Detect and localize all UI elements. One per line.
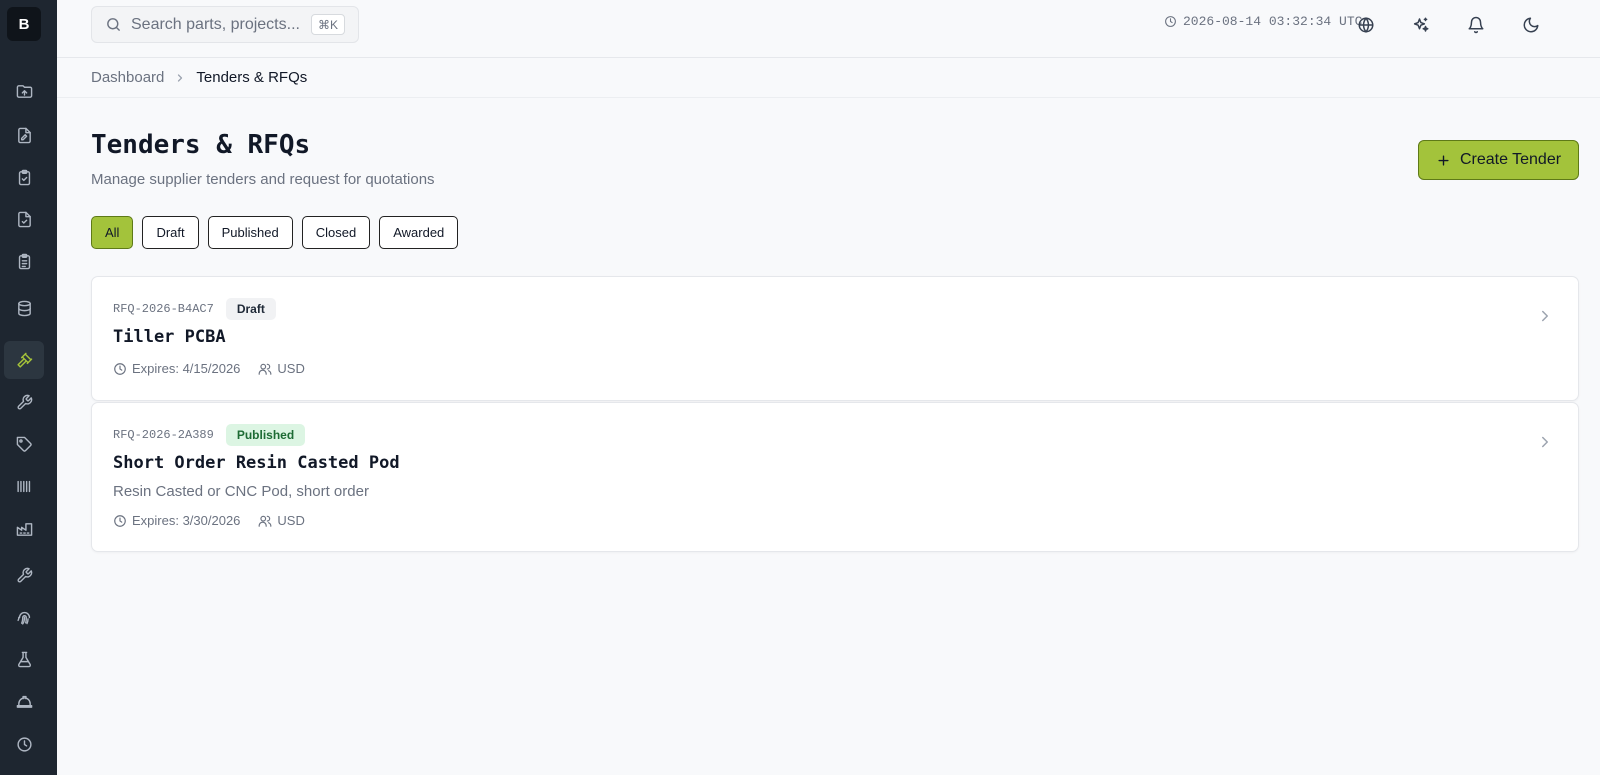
tender-id: RFQ-2026-B4AC7 [113, 302, 214, 316]
filter-closed[interactable]: Closed [301, 216, 371, 249]
chevron-right-icon [1542, 310, 1548, 322]
create-tender-label: Create Tender [1459, 151, 1562, 168]
users-icon [258, 515, 272, 527]
flask-icon [17, 651, 31, 667]
users-icon [258, 363, 272, 375]
file-edit-icon [17, 127, 31, 143]
wrench-icon [16, 567, 32, 583]
globe-icon [1358, 17, 1374, 33]
sidebar-item-tools[interactable] [4, 556, 44, 594]
sidebar-item-fingerprint[interactable] [4, 598, 44, 636]
tender-id: RFQ-2026-2A389 [113, 428, 214, 442]
sidebar-item-barcode[interactable] [4, 467, 44, 505]
utc-clock: 2026-08-14 03:32:34 UTC [1164, 14, 1362, 29]
sidebar-item-wrench[interactable] [4, 383, 44, 421]
chevron-right-icon [174, 72, 186, 84]
clock-icon [114, 514, 126, 527]
search-box[interactable]: ⌘K [91, 6, 359, 43]
factory-icon [16, 522, 32, 536]
chevron-right-icon [1542, 436, 1548, 448]
clock-icon [16, 736, 32, 752]
sidebar-item-folder-upload[interactable] [4, 72, 44, 110]
tag-icon [16, 436, 32, 452]
status-badge: Published [225, 424, 306, 446]
sidebar: B [0, 0, 57, 775]
theme-toggle-button[interactable] [1518, 12, 1544, 38]
sidebar-item-lab[interactable] [4, 640, 44, 678]
sidebar-item-tenders[interactable] [4, 341, 44, 379]
search-icon [107, 18, 120, 31]
moon-icon [1523, 17, 1539, 33]
page-subtitle: Manage supplier tenders and request for … [91, 171, 435, 188]
plus-icon [1438, 154, 1449, 166]
timestamp-text: 2026-08-14 03:32:34 UTC [1183, 14, 1363, 29]
search-input[interactable] [131, 15, 311, 34]
filter-awarded[interactable]: Awarded [379, 216, 459, 249]
status-badge: Draft [225, 298, 276, 320]
clipboard-list-icon [18, 253, 30, 269]
bell-icon [1468, 16, 1484, 34]
database-icon [17, 300, 31, 316]
create-tender-button[interactable]: Create Tender [1418, 140, 1579, 180]
notifications-button[interactable] [1463, 12, 1489, 38]
hard-hat-icon [16, 695, 32, 708]
fingerprint-icon [16, 611, 30, 625]
filter-published[interactable]: Published [207, 216, 293, 249]
sidebar-item-file-check[interactable] [4, 200, 44, 238]
tender-title: Tiller PCBA [113, 327, 226, 347]
language-button[interactable] [1353, 12, 1379, 38]
tender-currency: USD [258, 361, 305, 376]
folder-upload-icon [16, 84, 32, 98]
breadcrumb: Dashboard Tenders & RFQs [57, 58, 1600, 98]
sidebar-item-clipboard-check[interactable] [4, 158, 44, 196]
sidebar-item-clipboard-list[interactable] [4, 242, 44, 280]
file-check-icon [17, 211, 31, 227]
tender-card[interactable]: RFQ-2026-B4AC7 Draft Tiller PCBA Expires… [91, 276, 1579, 401]
expiry-text: Expires: 4/15/2026 [132, 361, 241, 376]
filter-draft[interactable]: Draft [142, 216, 199, 249]
sidebar-item-history[interactable] [4, 725, 44, 763]
tender-currency: USD [258, 513, 305, 528]
sidebar-item-tags[interactable] [4, 425, 44, 463]
status-filter-group: All Draft Published Closed Awarded [91, 216, 459, 249]
ai-assistant-button[interactable] [1408, 12, 1434, 38]
page-title: Tenders & RFQs [91, 130, 311, 160]
breadcrumb-current: Tenders & RFQs [196, 69, 308, 86]
clock-icon [114, 362, 126, 375]
search-shortcut-hint: ⌘K [310, 14, 345, 35]
tender-card[interactable]: RFQ-2026-2A389 Published Short Order Res… [91, 402, 1579, 552]
gavel-icon [16, 352, 32, 368]
sidebar-item-database[interactable] [4, 289, 44, 327]
tender-description: Resin Casted or CNC Pod, short order [113, 483, 369, 500]
filter-all[interactable]: All [91, 216, 134, 249]
sparkles-icon [1413, 17, 1429, 32]
currency-text: USD [277, 513, 305, 528]
top-bar: ⌘K 2026-08-14 03:32:34 UTC [57, 0, 1600, 58]
sidebar-item-file-edit[interactable] [4, 116, 44, 154]
barcode-icon [16, 480, 30, 492]
tender-expiry: Expires: 4/15/2026 [113, 361, 240, 376]
breadcrumb-dashboard-link[interactable]: Dashboard [91, 69, 164, 86]
tender-expiry: Expires: 3/30/2026 [113, 513, 240, 528]
sidebar-item-factory[interactable] [4, 510, 44, 548]
sidebar-item-safety[interactable] [4, 682, 44, 720]
clipboard-check-icon [18, 169, 30, 185]
wrench-icon [16, 394, 32, 410]
expiry-text: Expires: 3/30/2026 [132, 513, 241, 528]
currency-text: USD [277, 361, 305, 376]
tender-title: Short Order Resin Casted Pod [113, 453, 400, 473]
app-logo[interactable]: B [7, 7, 41, 41]
clock-icon [1165, 16, 1176, 27]
